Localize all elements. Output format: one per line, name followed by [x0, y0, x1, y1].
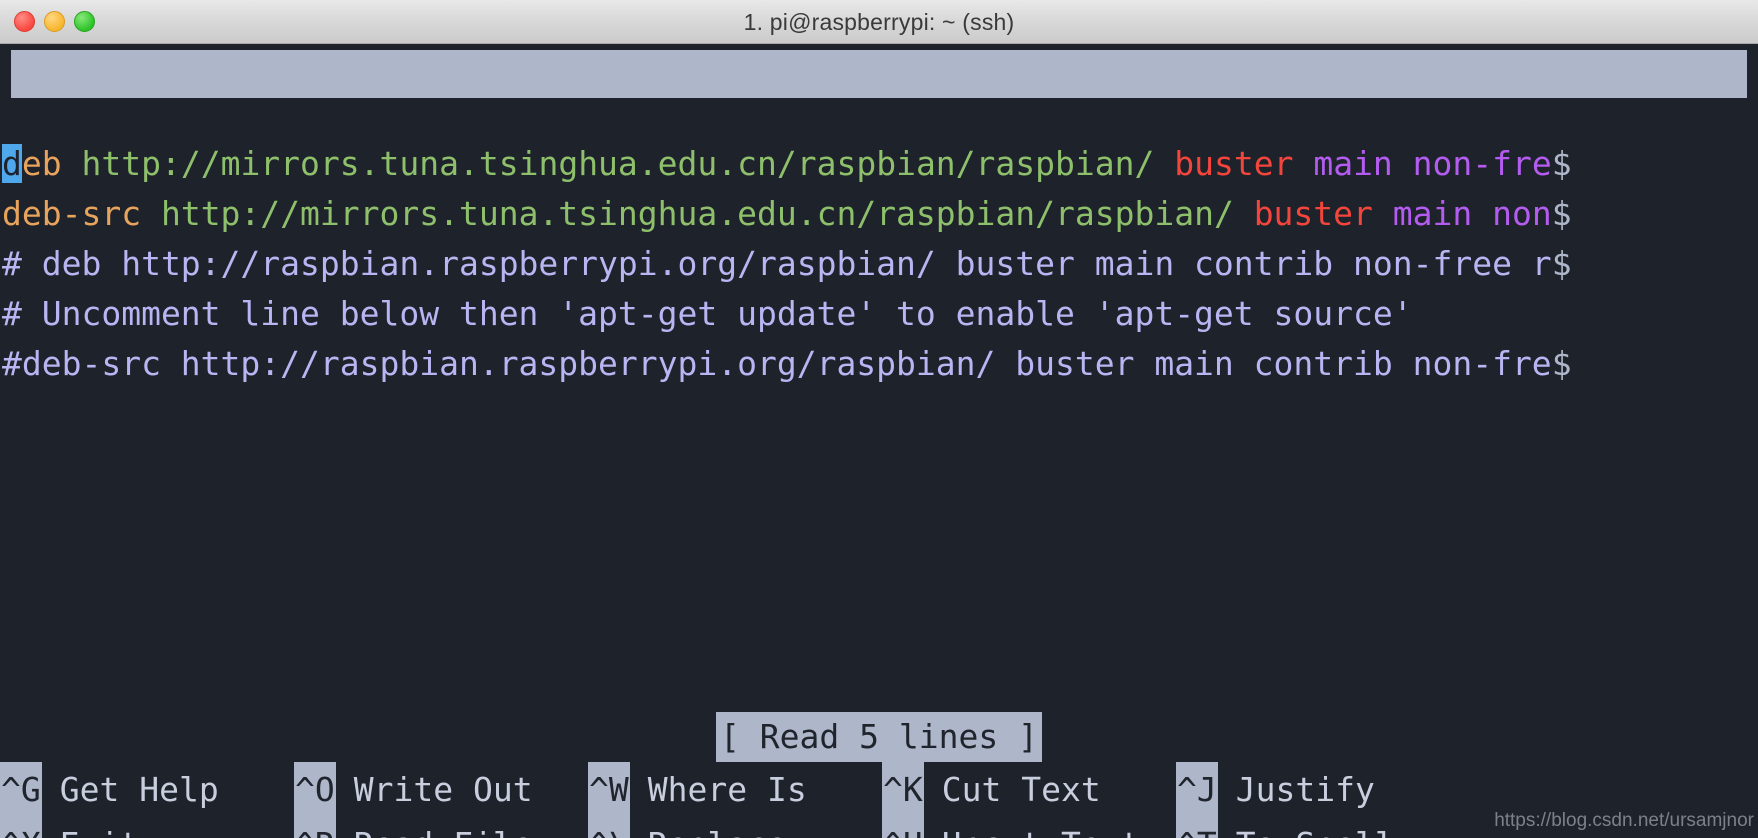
shortcut-item[interactable]: ^TTo Spell: [1176, 817, 1470, 838]
shortcut-key: ^W: [588, 762, 630, 817]
shortcut-row-1: ^G Get Help ^O Write Out ^W Where Is ^K Cut Tex…: [0, 762, 1758, 817]
editor-text-span: [1373, 194, 1393, 233]
shortcut-label: Uncut Text: [924, 817, 1141, 838]
editor-line[interactable]: # deb http://raspbian.raspberrypi.org/ra…: [0, 239, 1758, 289]
shortcut-key: ^U: [882, 817, 924, 838]
editor-text-span: buster: [1253, 194, 1373, 233]
editor-text-span: buster: [1174, 144, 1294, 183]
editor-text-area[interactable]: deb http://mirrors.tuna.tsinghua.edu.cn/…: [0, 139, 1758, 639]
editor-text-span: [1234, 194, 1254, 233]
shortcut-item[interactable]: ^XExit: [0, 817, 294, 838]
editor-line[interactable]: deb-src http://mirrors.tuna.tsinghua.edu…: [0, 189, 1758, 239]
window-title: 1. pi@raspberrypi: ~ (ssh): [743, 9, 1015, 35]
editor-text-span: $: [1551, 144, 1572, 183]
editor-line[interactable]: #deb-src http://raspbian.raspberrypi.org…: [0, 339, 1758, 389]
editor-text-span: http://mirrors.tuna.tsinghua.edu.cn/rasp…: [160, 194, 1234, 233]
editor-text-span: # Uncomment line below then 'apt-get upd…: [2, 294, 1413, 333]
text-cursor: d: [2, 144, 22, 183]
shortcut-label: Replace: [630, 817, 787, 838]
shortcut-key: ^G: [0, 762, 42, 817]
shortcut-key: ^\: [588, 817, 630, 838]
editor-text-span: [1293, 144, 1313, 183]
editor-text-span: $: [1551, 244, 1572, 283]
editor-text-span: eb: [21, 144, 62, 183]
editor-text-span: # deb http://raspbian.raspberrypi.org/ra…: [2, 244, 1552, 283]
editor-text-span: main non: [1392, 194, 1552, 233]
shortcut-label: Write Out: [353, 770, 533, 809]
editor-text-span: [62, 144, 82, 183]
shortcut-key: ^T: [1176, 817, 1218, 838]
editor-text-span: deb-src: [2, 194, 142, 233]
editor-text-span: main non-fre: [1313, 144, 1552, 183]
window-titlebar: 1. pi@raspberrypi: ~ (ssh): [0, 0, 1758, 44]
shortcut-key: ^J: [1176, 762, 1218, 817]
shortcut-key: ^K: [882, 762, 924, 817]
editor-line[interactable]: deb http://mirrors.tuna.tsinghua.edu.cn/…: [0, 139, 1758, 189]
editor-text-span: $: [1551, 344, 1572, 383]
status-message: [ Read 5 lines ]: [716, 712, 1042, 762]
terminal-window: 1. pi@raspberrypi: ~ (ssh) GNU nano 3.2 …: [0, 0, 1758, 838]
nano-status-bar: [ Read 5 lines ]: [0, 712, 1758, 762]
shortcut-key: ^X: [0, 817, 42, 838]
shortcut-label: Justify: [1235, 770, 1375, 809]
shortcut-item[interactable]: ^UUncut Text: [882, 817, 1176, 838]
nano-header-bar: GNU nano 3.2 /etc/apt/sources.list: [11, 50, 1747, 98]
shortcut-item[interactable]: ^RRead File: [294, 817, 588, 838]
shortcut-label: To Spell: [1218, 817, 1395, 838]
shortcut-label: Where Is: [647, 770, 807, 809]
shortcut-label: Exit: [42, 817, 139, 838]
shortcut-key: ^O: [294, 762, 336, 817]
editor-text-span: [141, 194, 161, 233]
terminal-content: GNU nano 3.2 /etc/apt/sources.list deb h…: [0, 44, 1758, 838]
editor-line[interactable]: # Uncomment line below then 'apt-get upd…: [0, 289, 1758, 339]
shortcut-item[interactable]: ^J Justify: [1176, 762, 1470, 817]
editor-text-span: [1154, 144, 1174, 183]
shortcut-item[interactable]: ^K Cut Text: [882, 762, 1176, 817]
watermark-text: https://blog.csdn.net/ursamjnor: [1494, 810, 1754, 831]
shortcut-key: ^R: [294, 817, 336, 838]
shortcut-item[interactable]: ^O Write Out: [294, 762, 588, 817]
shortcut-item[interactable]: ^\Replace: [588, 817, 882, 838]
editor-text-span: #deb-src http://raspbian.raspberrypi.org…: [2, 344, 1552, 383]
editor-text-span: http://mirrors.tuna.tsinghua.edu.cn/rasp…: [81, 144, 1155, 183]
shortcut-item[interactable]: ^W Where Is: [588, 762, 882, 817]
shortcut-label: Read File: [336, 817, 533, 838]
shortcut-label: Get Help: [59, 770, 219, 809]
shortcut-item[interactable]: ^G Get Help: [0, 762, 294, 817]
editor-text-span: $: [1551, 194, 1572, 233]
shortcut-label: Cut Text: [941, 770, 1101, 809]
